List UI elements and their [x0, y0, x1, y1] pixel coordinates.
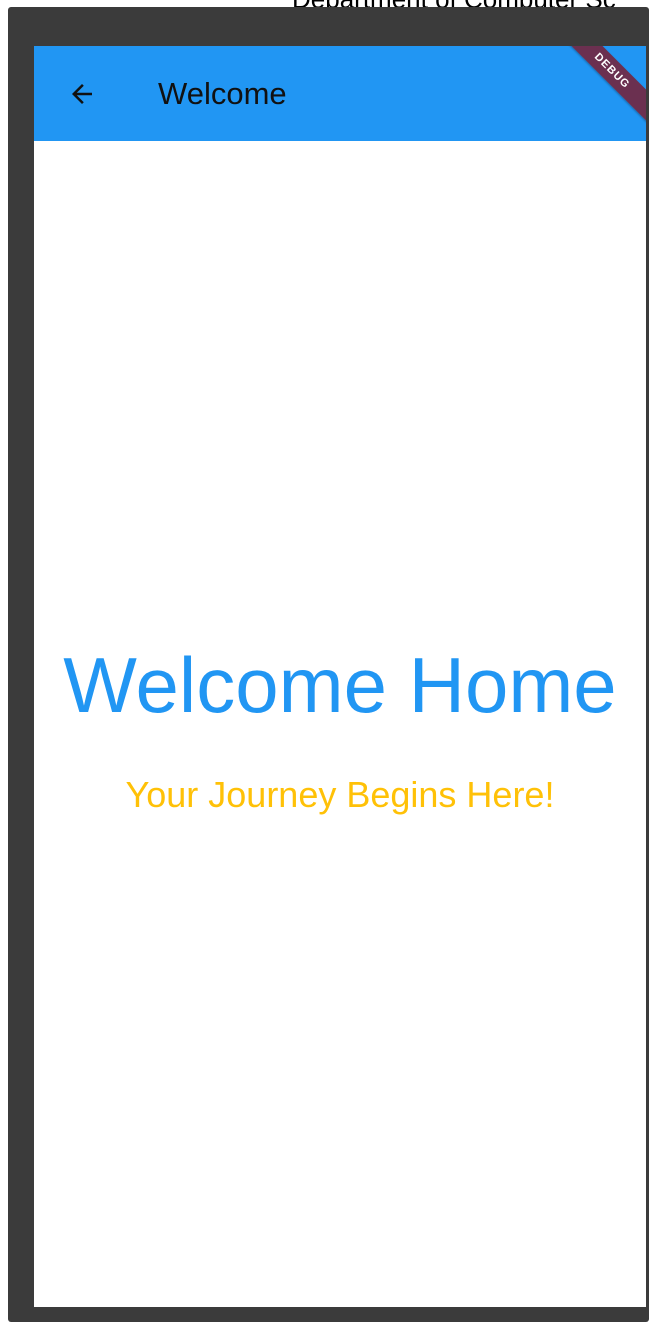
- page: Department of Computer Sc Welcome DEBUG …: [0, 0, 649, 1322]
- app-bar-title: Welcome: [158, 76, 287, 111]
- app-bar: Welcome DEBUG: [34, 46, 646, 141]
- arrow-back-icon: [67, 79, 97, 109]
- emulator-frame: Welcome DEBUG Welcome Home Your Journey …: [8, 7, 649, 1322]
- welcome-headline: Welcome Home: [63, 641, 617, 729]
- welcome-subtitle: Your Journey Begins Here!: [125, 774, 555, 815]
- app-screen: Welcome DEBUG Welcome Home Your Journey …: [34, 46, 646, 1307]
- debug-banner: DEBUG: [558, 46, 646, 125]
- back-button[interactable]: [56, 68, 108, 120]
- main-content: Welcome Home Your Journey Begins Here!: [34, 141, 646, 1307]
